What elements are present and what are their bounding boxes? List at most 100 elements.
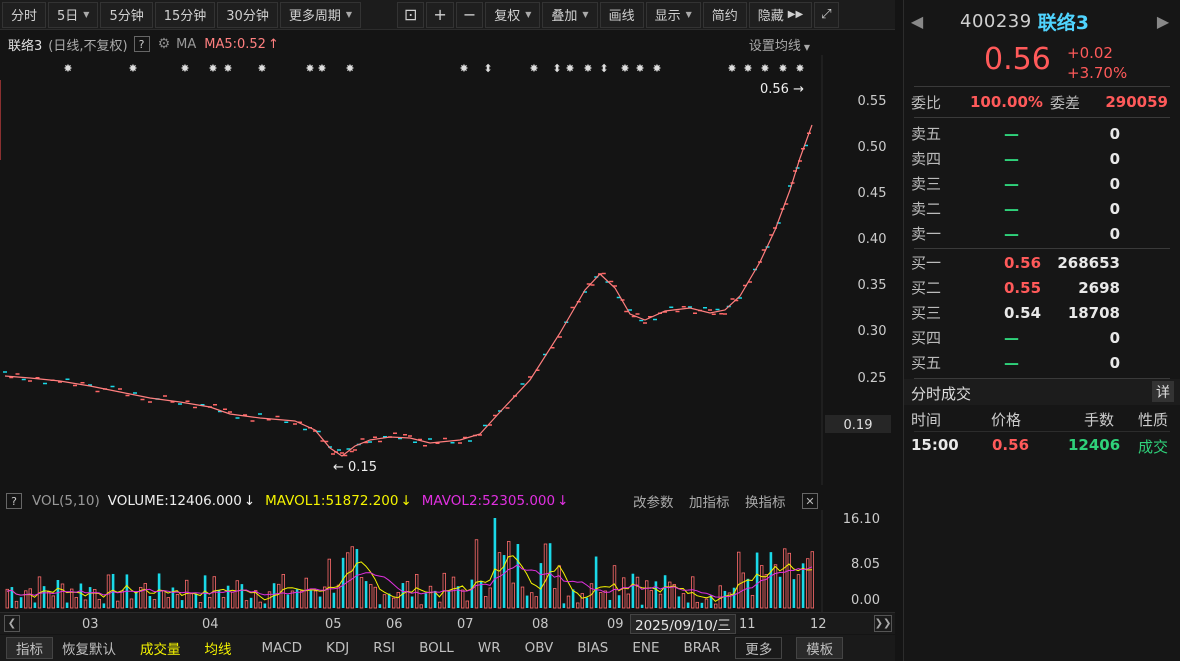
add-indicator-button[interactable]: 加指标 bbox=[689, 491, 730, 511]
tab-rsi[interactable]: RSI bbox=[364, 637, 404, 659]
help-icon[interactable]: ? bbox=[133, 36, 150, 52]
volume-bar bbox=[28, 588, 32, 609]
volume-bar bbox=[382, 594, 387, 609]
event-star-icon[interactable]: ✸ bbox=[620, 62, 629, 75]
tab-volume[interactable]: 成交量 bbox=[131, 637, 190, 659]
ask-row[interactable]: 卖四 — 0 bbox=[904, 146, 1180, 171]
tab-macd[interactable]: MACD bbox=[253, 637, 311, 659]
ask-row[interactable]: 卖三 — 0 bbox=[904, 171, 1180, 196]
event-star-icon[interactable]: ✸ bbox=[63, 62, 72, 75]
event-star-icon[interactable]: ✸ bbox=[208, 62, 217, 75]
event-star-icon[interactable]: ✸ bbox=[795, 62, 804, 75]
vol-tick-mid: 8.05 bbox=[851, 557, 880, 572]
set-average-button[interactable]: 设置均线 ▼ bbox=[749, 35, 810, 54]
event-star-icon[interactable]: ⬍ bbox=[483, 62, 492, 75]
gear-icon[interactable]: ⚙ bbox=[158, 36, 171, 52]
fullscreen-icon[interactable]: ⤢ bbox=[814, 1, 839, 28]
period-5min[interactable]: 5分钟 bbox=[100, 1, 153, 28]
tab-restore-default[interactable]: 恢复默认 bbox=[53, 637, 125, 659]
volume-chart[interactable]: 16.10 8.05 0.00 bbox=[0, 510, 895, 612]
tab-wr[interactable]: WR bbox=[469, 637, 510, 659]
bid-row[interactable]: 买一 0.56 268653 bbox=[904, 250, 1180, 275]
weibi-label: 委比 bbox=[911, 93, 942, 112]
event-star-icon[interactable]: ✸ bbox=[345, 62, 354, 75]
period-more[interactable]: 更多周期 ▼ bbox=[279, 1, 361, 28]
event-star-icon[interactable]: ✸ bbox=[257, 62, 266, 75]
tab-ma[interactable]: 均线 bbox=[196, 637, 241, 659]
fuquan-button[interactable]: 复权 ▼ bbox=[485, 1, 541, 28]
volume-bar bbox=[33, 602, 37, 608]
tab-template[interactable]: 模板 bbox=[796, 637, 844, 659]
volume-bar bbox=[189, 593, 193, 609]
event-star-icon[interactable]: ✸ bbox=[652, 62, 661, 75]
ask-row[interactable]: 卖二 — 0 bbox=[904, 196, 1180, 221]
volume-bar bbox=[750, 594, 755, 609]
bid-row[interactable]: 买五 — 0 bbox=[904, 350, 1180, 375]
draw-line-button[interactable]: 画线 bbox=[599, 1, 644, 28]
event-star-icon[interactable]: ⬍ bbox=[552, 62, 561, 75]
volume-bar bbox=[134, 591, 138, 608]
bid-price: — bbox=[1004, 353, 1019, 372]
event-star-icon[interactable]: ✸ bbox=[305, 62, 314, 75]
display-button[interactable]: 显示 ▼ bbox=[645, 1, 701, 28]
bid-row[interactable]: 买三 0.54 18708 bbox=[904, 300, 1180, 325]
event-star-icon[interactable]: ✸ bbox=[317, 62, 326, 75]
simple-button[interactable]: 简约 bbox=[702, 1, 747, 28]
volume-bar bbox=[506, 541, 511, 609]
prev-stock-icon[interactable]: ◀ bbox=[904, 12, 930, 31]
zoom-in-icon[interactable]: + bbox=[426, 1, 454, 28]
event-star-icon[interactable]: ✸ bbox=[180, 62, 189, 75]
overlay-button[interactable]: 叠加 ▼ bbox=[542, 1, 598, 28]
tab-brar[interactable]: BRAR bbox=[675, 637, 730, 659]
volume-bar bbox=[700, 602, 704, 608]
zoom-out-icon[interactable]: − bbox=[455, 1, 484, 28]
event-star-icon[interactable]: ⬍ bbox=[599, 62, 608, 75]
tab-more[interactable]: 更多 bbox=[735, 637, 783, 659]
event-star-icon[interactable]: ✸ bbox=[128, 62, 137, 75]
tab-indicator[interactable]: 指标 bbox=[6, 637, 53, 659]
switch-indicator-button[interactable]: 换指标 bbox=[745, 491, 786, 511]
volume-bar bbox=[493, 518, 497, 608]
tab-ene[interactable]: ENE bbox=[623, 637, 668, 659]
volume-bar bbox=[65, 602, 69, 608]
volume-bar bbox=[391, 597, 396, 609]
period-fenshi[interactable]: 分时 bbox=[2, 1, 47, 28]
kline-chart[interactable]: 0.550.500.450.400.350.300.25 0.19 ✸ ✸ ✸ ✸ ✸ ✸… bbox=[0, 55, 895, 485]
event-star-icon[interactable]: ✸ bbox=[583, 62, 592, 75]
y-tick-label: 0.25 bbox=[858, 371, 887, 386]
event-star-icon[interactable]: ✸ bbox=[778, 62, 787, 75]
ask-row[interactable]: 卖一 — 0 bbox=[904, 221, 1180, 246]
event-star-icon[interactable]: ✸ bbox=[727, 62, 736, 75]
event-star-icon[interactable]: ✸ bbox=[565, 62, 574, 75]
event-star-icon[interactable]: ✸ bbox=[529, 62, 538, 75]
tab-bias[interactable]: BIAS bbox=[568, 637, 617, 659]
event-star-icon[interactable]: ✸ bbox=[743, 62, 752, 75]
help-icon[interactable]: ? bbox=[6, 493, 22, 509]
ask-row[interactable]: 卖五 — 0 bbox=[904, 121, 1180, 146]
scroll-right-icon[interactable]: ❯❯ bbox=[874, 615, 892, 632]
volume-bar bbox=[553, 588, 557, 609]
period-5day[interactable]: 5日 ▼ bbox=[48, 1, 99, 28]
event-star-icon[interactable]: ✸ bbox=[635, 62, 644, 75]
volume-bar bbox=[562, 603, 566, 608]
tab-boll[interactable]: BOLL bbox=[410, 637, 463, 659]
scroll-left-icon[interactable]: ❮ bbox=[4, 615, 20, 632]
detail-button[interactable]: 详 bbox=[1152, 381, 1174, 402]
event-star-icon[interactable]: ✸ bbox=[223, 62, 232, 75]
event-star-icon[interactable]: ✸ bbox=[760, 62, 769, 75]
bid-row[interactable]: 买二 0.55 2698 bbox=[904, 275, 1180, 300]
tab-obv[interactable]: OBV bbox=[516, 637, 563, 659]
period-15min[interactable]: 15分钟 bbox=[154, 1, 216, 28]
period-30min[interactable]: 30分钟 bbox=[217, 1, 278, 28]
close-icon[interactable]: ✕ bbox=[802, 493, 818, 509]
bid-row[interactable]: 买四 — 0 bbox=[904, 325, 1180, 350]
volume-bar bbox=[428, 585, 433, 609]
tab-kdj[interactable]: KDJ bbox=[317, 637, 358, 659]
ticks-title-row: 分时成交 详 bbox=[904, 379, 1180, 405]
unlock-icon[interactable]: ⊡ bbox=[397, 1, 425, 28]
change-params-button[interactable]: 改参数 bbox=[633, 491, 674, 511]
hide-button[interactable]: 隐藏 ▶▶ bbox=[748, 1, 813, 28]
event-star-icon[interactable]: ✸ bbox=[459, 62, 468, 75]
volume-bar bbox=[175, 594, 180, 609]
next-stock-icon[interactable]: ▶ bbox=[1150, 12, 1176, 31]
